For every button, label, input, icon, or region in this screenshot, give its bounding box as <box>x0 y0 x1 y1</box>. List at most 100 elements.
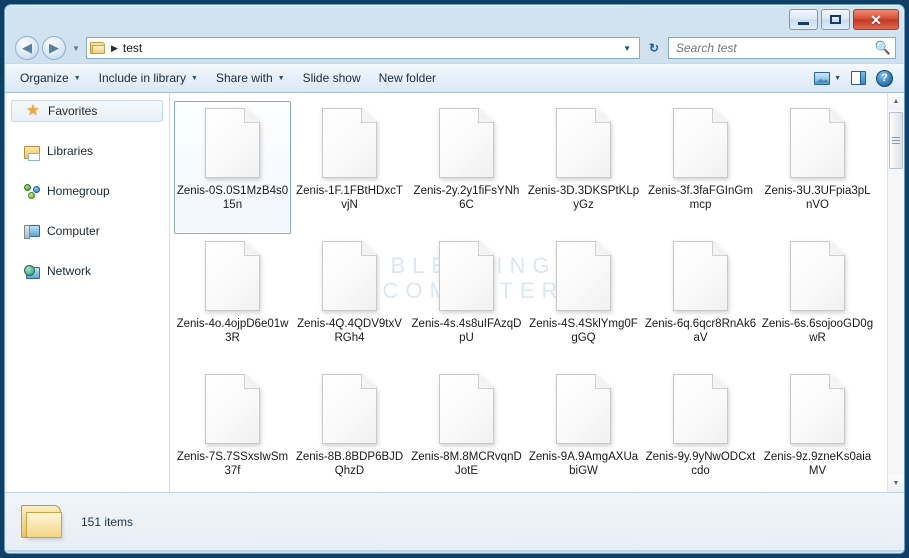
navigation-pane: ★ Favorites Libraries Homegroup Computer… <box>5 93 170 492</box>
command-bar: Organize ▼ Include in library ▼ Share wi… <box>5 63 904 93</box>
document-file-icon <box>790 241 845 311</box>
computer-icon <box>24 224 40 239</box>
search-icon[interactable]: 🔍 <box>875 40 891 56</box>
document-file-icon <box>322 374 377 444</box>
network-icon <box>24 264 40 279</box>
document-file-icon <box>790 374 845 444</box>
minimize-button[interactable] <box>789 9 818 30</box>
file-name-label: Zenis-6s.6sojooGD0gwR <box>761 318 874 344</box>
document-file-icon <box>673 108 728 178</box>
file-item[interactable]: Zenis-3f.3faFGInGmmcp <box>642 101 759 234</box>
file-item[interactable]: Zenis-7S.7SSxsIwSm37f <box>174 367 291 492</box>
folder-icon <box>19 503 63 541</box>
file-name-label: Zenis-1F.1FBtHDxcTvjN <box>296 185 403 211</box>
minimize-icon <box>798 21 809 25</box>
help-button[interactable]: ? <box>871 67 898 90</box>
document-file-icon <box>205 241 260 311</box>
file-item[interactable]: Zenis-4S.4SklYmg0FgGQ <box>525 234 642 367</box>
close-button[interactable]: ✕ <box>853 9 899 30</box>
window-body: ★ Favorites Libraries Homegroup Computer… <box>5 93 904 492</box>
file-item[interactable]: Zenis-8M.8MCRvqnDJotE <box>408 367 525 492</box>
forward-button[interactable]: ▶ <box>42 36 66 60</box>
file-name-label: Zenis-9z.9zneKs0aiaMV <box>763 451 872 477</box>
preview-pane-icon <box>851 71 866 85</box>
include-in-library-button[interactable]: Include in library ▼ <box>90 67 207 89</box>
include-in-library-label: Include in library <box>98 71 187 85</box>
file-item[interactable]: Zenis-3D.3DKSPtKLpyGz <box>525 101 642 234</box>
share-with-button[interactable]: Share with ▼ <box>207 67 294 89</box>
sidebar-item-label: Computer <box>47 224 100 238</box>
sidebar-item-favorites[interactable]: ★ Favorites <box>11 100 163 122</box>
item-count-label: 151 items <box>81 514 134 529</box>
file-item[interactable]: Zenis-6q.6qcr8RnAk6aV <box>642 234 759 367</box>
file-item[interactable]: Zenis-8B.8BDP6BJDQhzD <box>291 367 408 492</box>
close-icon: ✕ <box>870 11 882 28</box>
file-item[interactable]: Zenis-9y.9yNwODCxtcdo <box>642 367 759 492</box>
scrollbar-track[interactable] <box>888 110 904 475</box>
document-file-icon <box>556 241 611 311</box>
refresh-button[interactable]: ↻ <box>643 37 665 59</box>
file-item[interactable]: Zenis-3U.3UFpia3pLnVO <box>759 101 876 234</box>
sidebar-item-computer[interactable]: Computer <box>11 220 163 242</box>
sidebar-item-libraries[interactable]: Libraries <box>11 140 163 162</box>
sidebar-item-label: Network <box>47 264 92 278</box>
new-folder-button[interactable]: New folder <box>370 67 445 89</box>
file-item[interactable]: Zenis-1F.1FBtHDxcTvjN <box>291 101 408 234</box>
sidebar-item-label: Favorites <box>48 104 98 118</box>
file-name-label: Zenis-6q.6qcr8RnAk6aV <box>644 318 757 344</box>
file-name-label: Zenis-0S.0S1MzB4s015n <box>176 185 289 211</box>
star-icon: ★ <box>26 102 40 119</box>
chevron-down-icon: ▼ <box>191 74 198 82</box>
address-dropdown-icon[interactable]: ▼ <box>618 44 636 53</box>
file-name-label: Zenis-9A.9AmgAXUabiGW <box>528 451 639 477</box>
file-item[interactable]: Zenis-9z.9zneKs0aiaMV <box>759 367 876 492</box>
file-name-label: Zenis-4s.4s8uIFAzqDpU <box>411 318 522 344</box>
document-file-icon <box>439 374 494 444</box>
file-item[interactable]: Zenis-4Q.4QDV9txVRGh4 <box>291 234 408 367</box>
file-name-label: Zenis-7S.7SSxsIwSm37f <box>176 451 289 477</box>
scroll-up-button[interactable]: ▲ <box>888 93 904 110</box>
vertical-scrollbar[interactable]: ▲ ▼ <box>887 93 904 492</box>
file-item[interactable]: Zenis-4s.4s8uIFAzqDpU <box>408 234 525 367</box>
preview-pane-button[interactable] <box>846 68 871 88</box>
forward-icon: ▶ <box>49 40 59 55</box>
organize-button[interactable]: Organize ▼ <box>11 67 90 89</box>
scroll-down-button[interactable]: ▼ <box>888 475 904 492</box>
document-file-icon <box>556 374 611 444</box>
document-file-icon <box>322 108 377 178</box>
file-name-label: Zenis-4S.4SklYmg0FgGQ <box>529 318 638 344</box>
chevron-down-icon[interactable]: ▼ <box>834 75 841 82</box>
document-file-icon <box>439 241 494 311</box>
slide-show-button[interactable]: Slide show <box>294 67 370 89</box>
file-name-label: Zenis-3U.3UFpia3pLnVO <box>764 185 871 211</box>
slide-show-label: Slide show <box>302 71 361 85</box>
maximize-button[interactable] <box>821 9 850 30</box>
status-bar: 151 items <box>5 492 904 550</box>
breadcrumb-path[interactable]: test <box>123 41 142 55</box>
libraries-icon <box>24 145 40 161</box>
document-file-icon <box>322 241 377 311</box>
back-button[interactable]: ◀ <box>15 36 39 60</box>
address-bar[interactable]: ▶ test ▼ <box>86 37 640 59</box>
document-file-icon <box>673 241 728 311</box>
file-name-label: Zenis-3f.3faFGInGmmcp <box>648 185 753 211</box>
share-with-label: Share with <box>215 71 273 85</box>
file-item[interactable]: Zenis-6s.6sojooGD0gwR <box>759 234 876 367</box>
scrollbar-grip-icon <box>892 135 900 146</box>
search-box[interactable]: 🔍 <box>668 37 896 59</box>
file-name-label: Zenis-4Q.4QDV9txVRGh4 <box>297 318 402 344</box>
sidebar-item-network[interactable]: Network <box>11 260 163 282</box>
new-folder-label: New folder <box>378 71 436 85</box>
search-input[interactable] <box>676 41 875 55</box>
sidebar-item-homegroup[interactable]: Homegroup <box>11 180 163 202</box>
recent-pages-button[interactable]: ▼ <box>69 44 83 53</box>
file-item[interactable]: Zenis-0S.0S1MzB4s015n <box>174 101 291 234</box>
file-item[interactable]: Zenis-4o.4ojpD6e01w3R <box>174 234 291 367</box>
change-view-button[interactable]: ▼ <box>809 69 846 88</box>
help-icon: ? <box>876 69 893 87</box>
file-item[interactable]: Zenis-2y.2y1fiFsYNh6C <box>408 101 525 234</box>
file-list-pane: BLEEPING COMPUTER Zenis-0S.0S1MzB4s015nZ… <box>170 93 904 492</box>
scrollbar-thumb[interactable] <box>889 112 903 169</box>
file-item[interactable]: Zenis-9A.9AmgAXUabiGW <box>525 367 642 492</box>
sidebar-item-label: Homegroup <box>47 184 110 198</box>
